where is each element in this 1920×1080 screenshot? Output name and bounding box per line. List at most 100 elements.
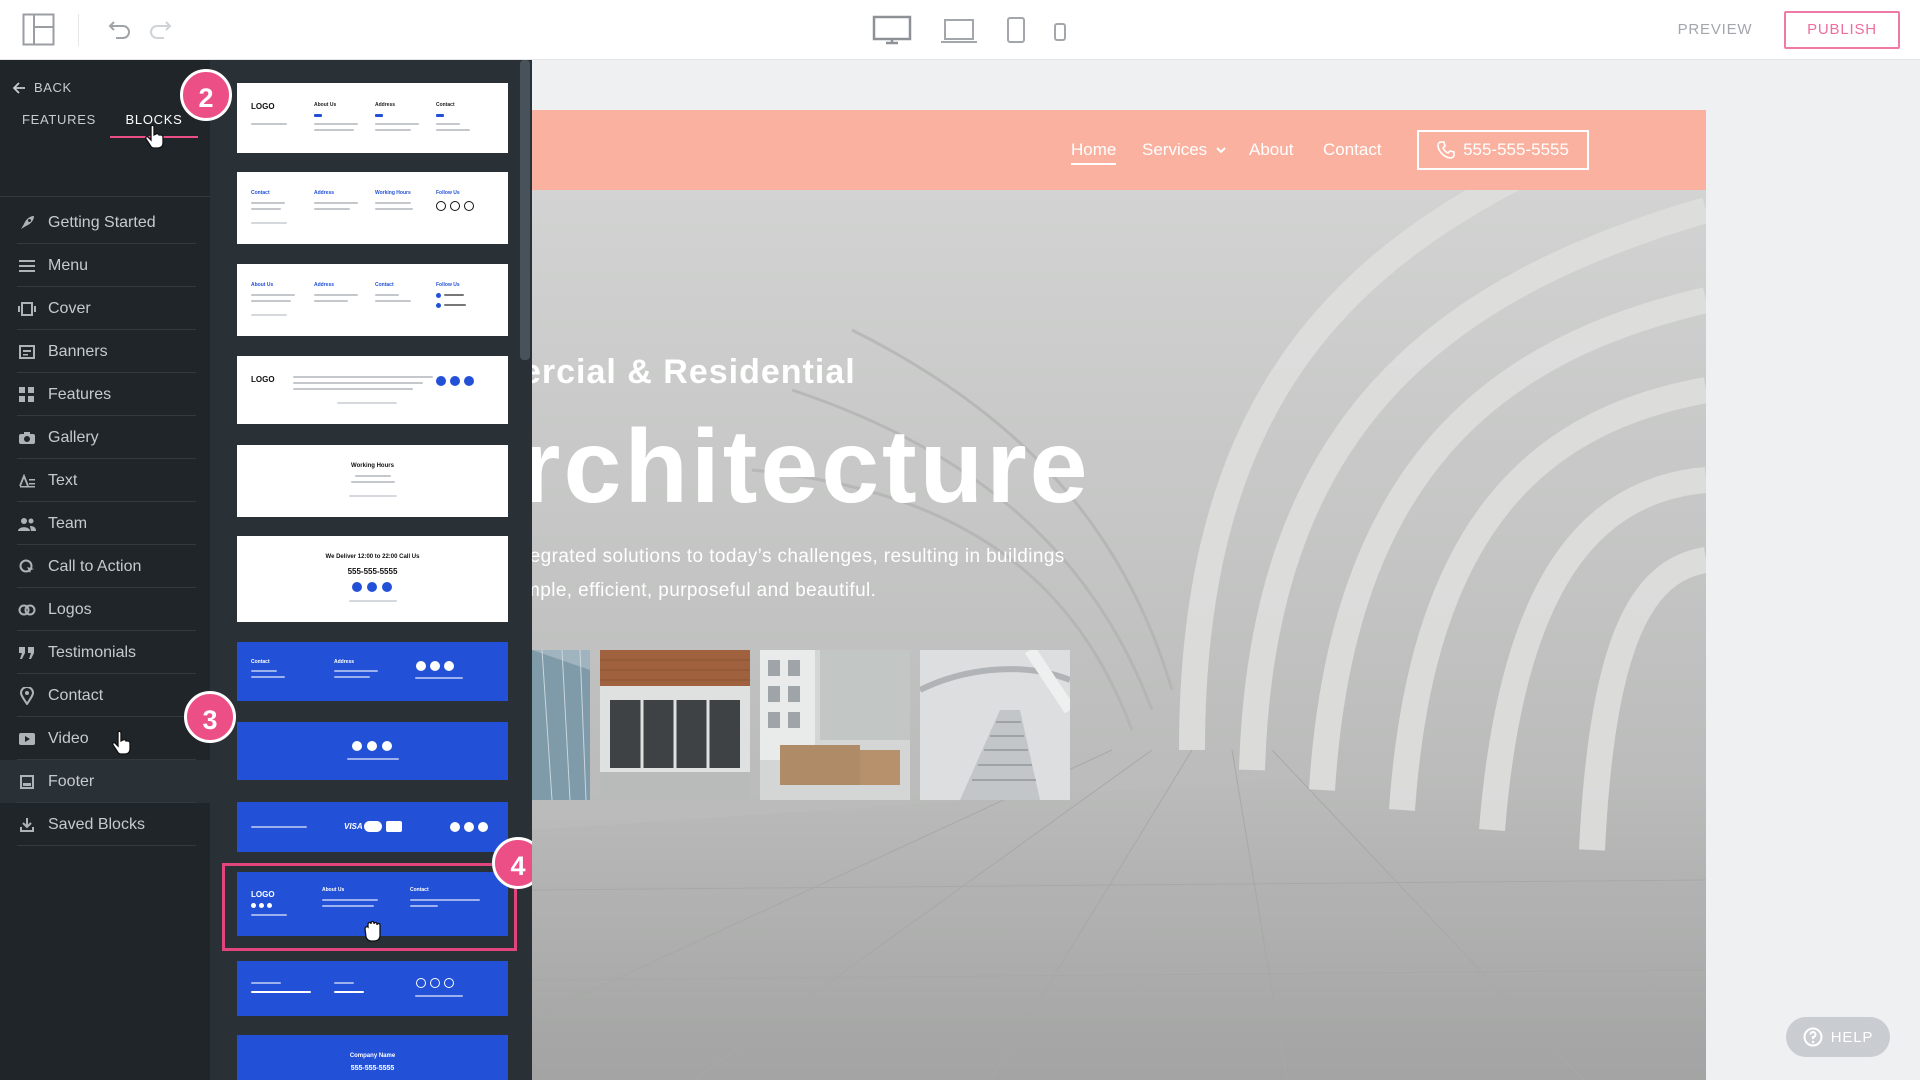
tab-features[interactable]: FEATURES <box>22 110 96 138</box>
sidebar-item-label: Features <box>48 385 112 403</box>
sidebar-item-cover[interactable]: Cover <box>0 287 210 330</box>
thumb-logo: LOGO <box>251 102 275 111</box>
sidebar-item-label: Contact <box>48 686 104 704</box>
photo-brick-storefront <box>600 650 750 800</box>
logos-icon <box>17 600 37 620</box>
sidebar-item-text[interactable]: Text <box>0 459 210 502</box>
sidebar-item-logos[interactable]: Logos <box>0 588 210 631</box>
thumb-phone: 555-555-5555 <box>347 567 398 576</box>
sidebar-item-label: Testimonials <box>48 643 137 661</box>
site-nav-contact[interactable]: Contact <box>1323 140 1382 160</box>
thumb-heading: Address <box>314 282 335 288</box>
thumb-heading: Address <box>375 102 396 108</box>
layout-icon[interactable] <box>22 13 55 46</box>
footer-block-thumbnail[interactable]: We Deliver 12:00 to 22:00 Call Us 555-55… <box>237 536 508 622</box>
site-nav-about[interactable]: About <box>1249 140 1293 160</box>
grid-icon <box>17 385 37 405</box>
banner-icon <box>17 342 37 362</box>
sidebar-item-features[interactable]: Features <box>0 373 210 416</box>
thumb-heading: About Us <box>314 102 337 108</box>
footer-block-thumbnail[interactable] <box>237 961 508 1016</box>
block-category-list: Getting Started Menu Cover Banners Featu… <box>0 201 210 846</box>
blocks-panel-scrollbar[interactable] <box>520 60 530 360</box>
cover-icon <box>17 299 37 319</box>
footer-block-thumbnail[interactable]: VISA <box>237 802 508 852</box>
preview-button[interactable]: PREVIEW <box>1660 16 1770 44</box>
sidebar-item-label: Call to Action <box>48 557 142 575</box>
sidebar-item-label: Saved Blocks <box>48 815 145 833</box>
menu-icon <box>17 256 37 276</box>
photo-cafe-patio <box>760 650 910 800</box>
chevron-down-icon <box>1216 147 1226 154</box>
sidebar-item-menu[interactable]: Menu <box>0 244 210 287</box>
sidebar-item-label: Cover <box>48 299 91 317</box>
arrow-left-icon <box>12 81 25 94</box>
thumb-heading: Contact <box>251 190 270 196</box>
footer-block-thumbnail[interactable]: Company Name 555-555-5555 <box>237 1035 508 1080</box>
sidebar-item-video[interactable]: Video <box>0 717 210 760</box>
back-button[interactable]: BACK <box>12 80 72 95</box>
sidebar-item-label: Team <box>48 514 88 532</box>
hero-description-line-2: mple, efficient, purposeful and beautifu… <box>532 580 877 601</box>
sidebar-item-label: Logos <box>48 600 92 618</box>
thumb-heading: Contact <box>436 102 455 108</box>
photo-atrium-stairs <box>920 650 1070 800</box>
sidebar-item-label: Text <box>48 471 78 489</box>
hand-cursor-icon <box>112 730 131 755</box>
thumb-heading: Follow Us <box>436 282 460 288</box>
thumb-heading: We Deliver 12:00 to 22:00 Call Us <box>325 554 420 560</box>
sidebar-tabs: FEATURES BLOCKS <box>0 110 210 142</box>
sidebar-item-contact[interactable]: Contact <box>0 674 210 717</box>
sidebar-item-label: Gallery <box>48 428 99 446</box>
thumb-heading: Working Hours <box>375 190 411 196</box>
hero-background-image <box>532 190 1706 1080</box>
sidebar-item-saved-blocks[interactable]: Saved Blocks <box>0 803 210 846</box>
video-icon <box>17 729 37 749</box>
sidebar-item-label: Banners <box>48 342 108 360</box>
sidebar-item-label: Footer <box>48 772 95 790</box>
phone-view-icon[interactable] <box>1052 14 1068 46</box>
toolbar-divider <box>78 14 79 46</box>
thumb-heading: Address <box>314 190 335 196</box>
thumb-logo: LOGO <box>251 375 275 384</box>
sidebar-item-call-to-action[interactable]: Call to Action <box>0 545 210 588</box>
footer-block-thumbnail[interactable]: LOGO About Us Address Contact <box>237 83 508 153</box>
help-button[interactable]: HELP <box>1786 1017 1890 1057</box>
footer-block-thumbnail[interactable] <box>237 722 508 780</box>
sidebar-item-team[interactable]: Team <box>0 502 210 545</box>
photo-glass-building <box>532 650 590 800</box>
thumb-heading: Company Name <box>349 1053 396 1059</box>
thumb-heading: About Us <box>251 282 274 288</box>
sidebar-item-testimonials[interactable]: Testimonials <box>0 631 210 674</box>
thumb-payment-visa: VISA <box>344 822 363 831</box>
footer-block-thumbnail[interactable]: Contact Address <box>237 642 508 701</box>
laptop-view-icon[interactable] <box>940 14 978 46</box>
footer-block-thumbnail[interactable]: About Us Address Contact Follow Us <box>237 264 508 336</box>
site-navbar: Home Services About Contact 555-555-5555 <box>532 110 1706 190</box>
desktop-view-icon[interactable] <box>872 14 912 46</box>
thumb-heading: Working Hours <box>351 463 394 469</box>
footer-block-thumbnail[interactable]: LOGO <box>237 356 508 424</box>
site-phone-number: 555-555-5555 <box>1463 140 1569 159</box>
redo-icon[interactable] <box>147 16 173 42</box>
undo-icon[interactable] <box>107 16 133 42</box>
download-icon <box>17 815 37 835</box>
back-label: BACK <box>34 80 72 95</box>
sidebar-item-gallery[interactable]: Gallery <box>0 416 210 459</box>
phone-icon <box>1437 141 1455 159</box>
site-phone-button[interactable]: 555-555-5555 <box>1417 130 1589 170</box>
quote-icon <box>17 643 37 663</box>
publish-button[interactable]: PUBLISH <box>1784 11 1900 49</box>
footer-block-thumbnail[interactable]: Working Hours <box>237 445 508 517</box>
site-nav-services[interactable]: Services <box>1142 140 1227 160</box>
thumb-heading: Contact <box>375 282 394 288</box>
sidebar-item-footer[interactable]: Footer <box>0 760 210 803</box>
thumb-heading: Address <box>334 659 355 665</box>
footer-block-thumbnail[interactable]: Contact Address Working Hours Follow Us <box>237 172 508 244</box>
location-pin-icon <box>17 686 37 706</box>
site-nav-home[interactable]: Home <box>1071 140 1117 165</box>
sidebar-item-banners[interactable]: Banners <box>0 330 210 373</box>
tabs-divider <box>0 196 210 197</box>
tablet-view-icon[interactable] <box>1005 14 1027 46</box>
sidebar-item-getting-started[interactable]: Getting Started <box>0 201 210 244</box>
